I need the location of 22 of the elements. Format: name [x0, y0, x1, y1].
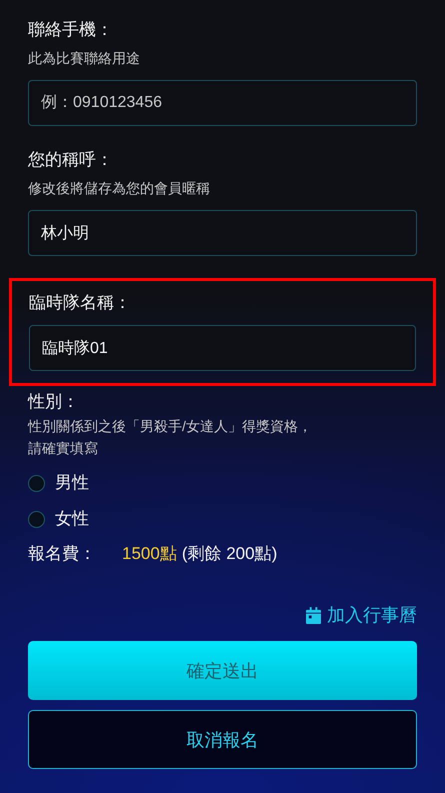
- field-label: 您的稱呼：: [28, 149, 114, 171]
- submit-button[interactable]: 確定送出: [28, 641, 417, 700]
- input-field[interactable]: 例：0910123456: [28, 80, 417, 126]
- radio-button[interactable]: [28, 474, 45, 492]
- fee-label: 報名費：: [28, 543, 96, 565]
- calendar-icon: [306, 606, 321, 624]
- field-hint: 性別關係到之後「男殺手/女達人」得獎資格，: [28, 417, 313, 436]
- fee-remaining: (剩餘 200點): [182, 543, 278, 565]
- radio-button[interactable]: [28, 510, 45, 528]
- calendar-link[interactable]: 加入行事曆: [306, 603, 417, 627]
- cancel-button[interactable]: 取消報名: [28, 710, 417, 769]
- field-label: 聯絡手機：: [28, 19, 114, 41]
- field-label: 臨時隊名稱：: [29, 292, 132, 314]
- radio-label[interactable]: 女性: [55, 508, 89, 530]
- field-hint: 修改後將儲存為您的會員暱稱: [28, 179, 211, 198]
- field-hint: 請確實填寫: [28, 439, 99, 458]
- input-field[interactable]: 林小明: [28, 210, 417, 256]
- input-field[interactable]: 臨時隊01: [29, 325, 416, 371]
- field-hint: 此為比賽聯絡用途: [28, 49, 141, 68]
- field-label: 性別：: [28, 391, 80, 413]
- fee-amount: 1500點: [122, 543, 177, 565]
- radio-label[interactable]: 男性: [55, 472, 89, 494]
